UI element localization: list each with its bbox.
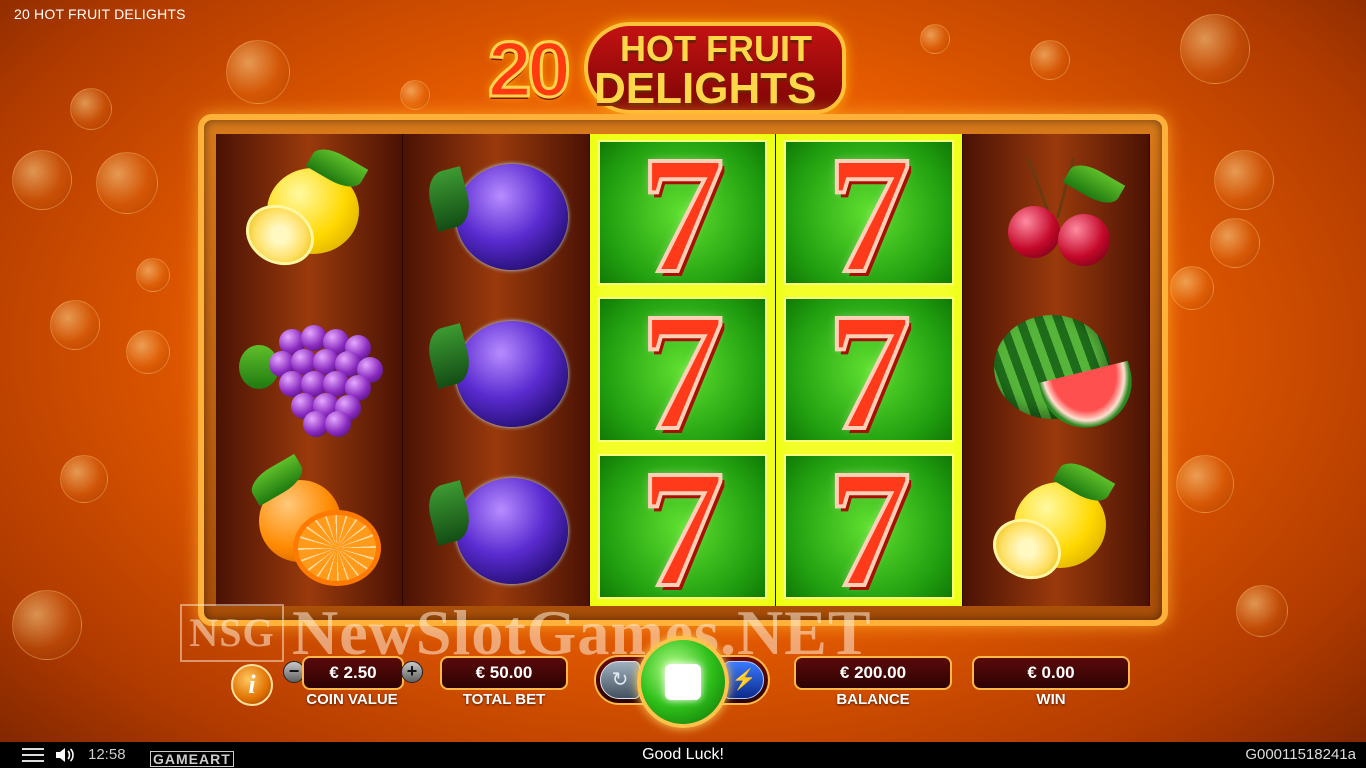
seven-symbol: 7 <box>825 278 913 465</box>
turbo-icon[interactable]: ⚡ <box>724 661 764 699</box>
reel-cell <box>403 291 589 448</box>
seven-symbol: 7 <box>638 435 726 622</box>
seven-symbol: 7 <box>638 278 726 465</box>
reel-cell <box>963 448 1149 605</box>
plum-symbol <box>422 462 568 592</box>
coin-value-increase-button[interactable]: + <box>401 661 423 683</box>
total-bet-label: TOTAL BET <box>462 691 546 708</box>
plum-symbol <box>422 305 568 435</box>
logo-number: 20 <box>487 24 573 115</box>
plum-symbol <box>422 148 568 278</box>
reel-2 <box>402 134 590 606</box>
grapes-symbol <box>238 305 383 437</box>
status-message: Good Luck! <box>642 746 724 763</box>
bubble <box>1030 40 1070 80</box>
reel-cell <box>216 291 402 448</box>
bubble <box>70 88 112 130</box>
reel-cell <box>963 291 1149 448</box>
reel-cell: 7 <box>784 278 955 465</box>
bubble <box>400 80 430 110</box>
reel-5 <box>963 134 1150 606</box>
reel-3: 7 7 7 <box>589 121 777 622</box>
spin-button[interactable] <box>637 636 729 728</box>
bubble <box>60 455 108 503</box>
bubble <box>50 300 100 350</box>
bubble <box>12 150 72 210</box>
bubble <box>12 590 82 660</box>
reel-1 <box>216 134 403 606</box>
reel-cell <box>403 134 589 291</box>
lemon-symbol <box>235 141 379 278</box>
game-round-id: G00011518241a <box>1245 746 1356 763</box>
bubble <box>126 330 170 374</box>
reel-cell: 7 <box>597 121 768 308</box>
bubble <box>96 152 158 214</box>
reel-4: 7 7 7 <box>776 121 964 622</box>
reel-cell <box>403 448 589 605</box>
watermelon-symbol <box>986 305 1142 437</box>
cherries-symbol <box>986 148 1126 278</box>
bubble <box>920 24 950 54</box>
bubble <box>1180 14 1250 84</box>
coin-value-label: COIN VALUE <box>306 691 398 708</box>
balance-label: BALANCE <box>836 691 910 708</box>
bubble <box>1176 455 1234 513</box>
reel-cell <box>216 448 402 605</box>
seven-symbol: 7 <box>825 121 913 308</box>
total-bet-display[interactable]: € 50.00 <box>440 656 568 690</box>
reel-grid: 7 7 7 7 7 7 <box>216 121 1150 622</box>
seven-symbol: 7 <box>825 435 913 622</box>
bubble <box>1214 150 1274 210</box>
bubble <box>226 40 290 104</box>
bubble <box>1236 585 1288 637</box>
info-button[interactable]: i <box>231 664 273 706</box>
balance-display: € 200.00 <box>794 656 952 690</box>
reel-cell <box>216 134 402 291</box>
coin-value-display: € 2.50 <box>302 656 404 690</box>
reel-cell: 7 <box>597 435 768 622</box>
bubble <box>136 258 170 292</box>
reel-cell: 7 <box>784 121 955 308</box>
window-title: 20 HOT FRUIT DELIGHTS <box>14 6 186 22</box>
seven-symbol: 7 <box>638 121 726 308</box>
stop-square-icon <box>665 664 701 700</box>
bubble <box>1210 218 1260 268</box>
logo-title-line2: DELIGHTS <box>594 64 817 113</box>
win-label: WIN <box>1036 691 1066 708</box>
reel-cell <box>963 134 1149 291</box>
watermark-badge: NSG <box>180 604 284 662</box>
bottom-bar: 12:58 GAMEART Good Luck! G00011518241a <box>0 742 1366 768</box>
reel-cell: 7 <box>784 435 955 622</box>
orange-symbol <box>239 453 381 592</box>
autoplay-icon[interactable]: ↻ <box>600 661 640 699</box>
lemon-symbol <box>983 455 1126 592</box>
reel-cell: 7 <box>597 278 768 465</box>
bubble <box>1170 266 1214 310</box>
win-display: € 0.00 <box>972 656 1130 690</box>
game-logo: 20 HOT FRUIT DELIGHTS <box>487 18 854 116</box>
